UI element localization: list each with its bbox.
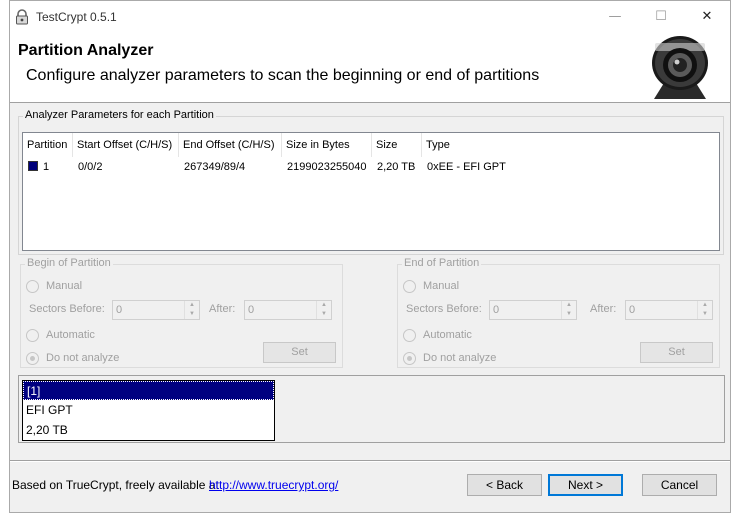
begin-of-partition-group: Begin of Partition Manual Sectors Before… [20, 257, 343, 368]
webcam-lens-icon [652, 36, 708, 99]
type-cell: 0xEE - EFI GPT [427, 161, 506, 173]
truecrypt-link[interactable]: http://www.truecrypt.org/ [209, 478, 338, 492]
column-header-size[interactable]: Size [372, 133, 422, 157]
size-cell: 2,20 TB [377, 161, 416, 173]
begin-after-value: 0 [248, 304, 255, 316]
page-subtitle: Configure analyzer parameters to scan th… [26, 67, 540, 84]
footer-divider [10, 460, 730, 462]
end-after-label: After: [590, 303, 617, 315]
begin-after-stepper[interactable]: 0 ▲ ▼ [244, 300, 332, 320]
end-manual-label: Manual [423, 280, 460, 292]
partition-list[interactable]: Partition Start Offset (C/H/S) End Offse… [22, 132, 720, 251]
end-of-partition-group: End of Partition Manual Sectors Before: … [397, 257, 720, 368]
app-window: TestCrypt 0.5.1 — ☐ ✕ Partition Analyzer… [9, 0, 731, 513]
begin-automatic-radio[interactable] [26, 329, 39, 342]
minimize-button[interactable]: — [592, 1, 638, 33]
begin-dont-analyze-label: Do not analyze [46, 352, 120, 364]
begin-set-button[interactable]: Set [263, 342, 336, 363]
partition-color-swatch [28, 161, 38, 171]
partition-cell: 1 [23, 158, 49, 176]
spin-arrows-icon[interactable]: ▲ ▼ [184, 301, 199, 319]
end-dont-analyze-label: Do not analyze [423, 352, 497, 364]
info-line-type: EFI GPT [26, 403, 73, 417]
cancel-button[interactable]: Cancel [642, 474, 717, 496]
end-dont-analyze-radio[interactable] [403, 352, 416, 365]
end-after-value: 0 [629, 304, 636, 316]
title-bar: TestCrypt 0.5.1 — ☐ ✕ [10, 1, 730, 33]
begin-automatic-label: Automatic [46, 329, 95, 341]
column-header-start-offset[interactable]: Start Offset (C/H/S) [73, 133, 179, 157]
column-header-type[interactable]: Type [422, 133, 720, 157]
wizard-header: Partition Analyzer Configure analyzer pa… [10, 33, 730, 103]
start-offset-cell: 0/0/2 [78, 161, 103, 173]
lock-icon [16, 9, 28, 25]
end-sectors-before-stepper[interactable]: 0 ▲ ▼ [489, 300, 577, 320]
info-line-partition-id: [1] [23, 381, 274, 400]
partition-number: 1 [43, 161, 50, 173]
close-button[interactable]: ✕ [684, 1, 730, 33]
page-title: Partition Analyzer [18, 42, 154, 59]
begin-manual-radio[interactable] [26, 280, 39, 293]
next-button[interactable]: Next > [548, 474, 623, 496]
spin-arrows-icon[interactable]: ▲ ▼ [697, 301, 712, 319]
begin-manual-label: Manual [46, 280, 83, 292]
group-label: Analyzer Parameters for each Partition [23, 109, 216, 121]
begin-group-label: Begin of Partition [25, 257, 113, 269]
spin-arrows-icon[interactable]: ▲ ▼ [316, 301, 331, 319]
begin-sectors-before-stepper[interactable]: 0 ▲ ▼ [112, 300, 200, 320]
column-header-size-in-bytes[interactable]: Size in Bytes [282, 133, 372, 157]
end-manual-radio[interactable] [403, 280, 416, 293]
column-header-end-offset[interactable]: End Offset (C/H/S) [179, 133, 282, 157]
footer-text: Based on TrueCrypt, freely available at [12, 478, 219, 492]
end-automatic-radio[interactable] [403, 329, 416, 342]
end-before-value: 0 [493, 304, 500, 316]
analyzer-parameters-group: Analyzer Parameters for each Partition P… [18, 109, 724, 255]
spin-arrows-icon[interactable]: ▲ ▼ [561, 301, 576, 319]
column-header-partition[interactable]: Partition [23, 133, 73, 157]
window-title: TestCrypt 0.5.1 [36, 10, 117, 24]
maximize-button[interactable]: ☐ [638, 1, 684, 33]
begin-before-value: 0 [116, 304, 123, 316]
end-automatic-label: Automatic [423, 329, 472, 341]
partition-info-box[interactable]: [1] EFI GPT 2,20 TB [22, 380, 275, 441]
back-button[interactable]: < Back [467, 474, 542, 496]
partition-info-panel: [1] EFI GPT 2,20 TB [18, 375, 725, 443]
end-after-stepper[interactable]: 0 ▲ ▼ [625, 300, 713, 320]
end-group-label: End of Partition [402, 257, 482, 269]
info-line-size: 2,20 TB [26, 423, 68, 437]
end-sectors-before-label: Sectors Before: [406, 303, 482, 315]
end-offset-cell: 267349/89/4 [184, 161, 246, 173]
begin-sectors-before-label: Sectors Before: [29, 303, 105, 315]
begin-after-label: After: [209, 303, 236, 315]
size-bytes-cell: 2199023255040 [287, 161, 367, 173]
begin-dont-analyze-radio[interactable] [26, 352, 39, 365]
end-set-button[interactable]: Set [640, 342, 713, 363]
